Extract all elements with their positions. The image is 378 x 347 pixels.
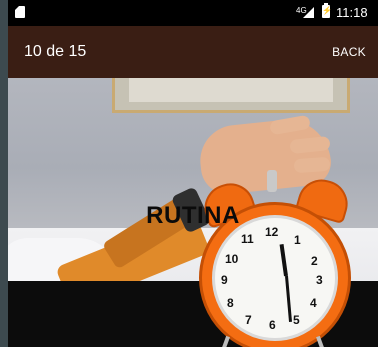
clock-number: 11 xyxy=(241,232,254,246)
page-title: 10 de 15 xyxy=(24,43,87,60)
clock-number: 3 xyxy=(316,273,323,287)
back-button[interactable]: BACK xyxy=(326,39,372,65)
wall-picture-frame xyxy=(112,78,350,113)
sd-card-icon xyxy=(15,6,25,18)
clock-number: 8 xyxy=(227,296,234,310)
clock-leg xyxy=(220,335,230,347)
clock-number: 7 xyxy=(245,313,252,327)
battery-charging-icon xyxy=(322,3,332,18)
app-bar: 10 de 15 BACK xyxy=(8,26,378,78)
clock-number: 6 xyxy=(269,318,276,332)
signal-icon xyxy=(303,7,314,18)
clock-number: 5 xyxy=(293,313,300,327)
clock-number: 10 xyxy=(225,252,239,266)
clock-number: 4 xyxy=(310,296,317,310)
alarm-clock: 12 1 2 3 4 5 6 7 8 9 10 11 xyxy=(195,166,355,347)
bell-hammer xyxy=(267,170,277,192)
clock-face: 12 1 2 3 4 5 6 7 8 9 10 11 xyxy=(212,215,338,341)
routine-image: 12 1 2 3 4 5 6 7 8 9 10 11 RUTINA xyxy=(8,78,378,347)
clock-number: 9 xyxy=(221,273,228,287)
status-bar: 4G 11:18 xyxy=(8,0,378,26)
clock-number: 1 xyxy=(294,233,301,247)
routine-title: RUTINA xyxy=(146,202,240,229)
status-time: 11:18 xyxy=(336,5,368,20)
clock-number: 2 xyxy=(311,254,318,268)
phone-screen: 4G 11:18 10 de 15 BACK 12 1 2 3 xyxy=(8,0,378,347)
